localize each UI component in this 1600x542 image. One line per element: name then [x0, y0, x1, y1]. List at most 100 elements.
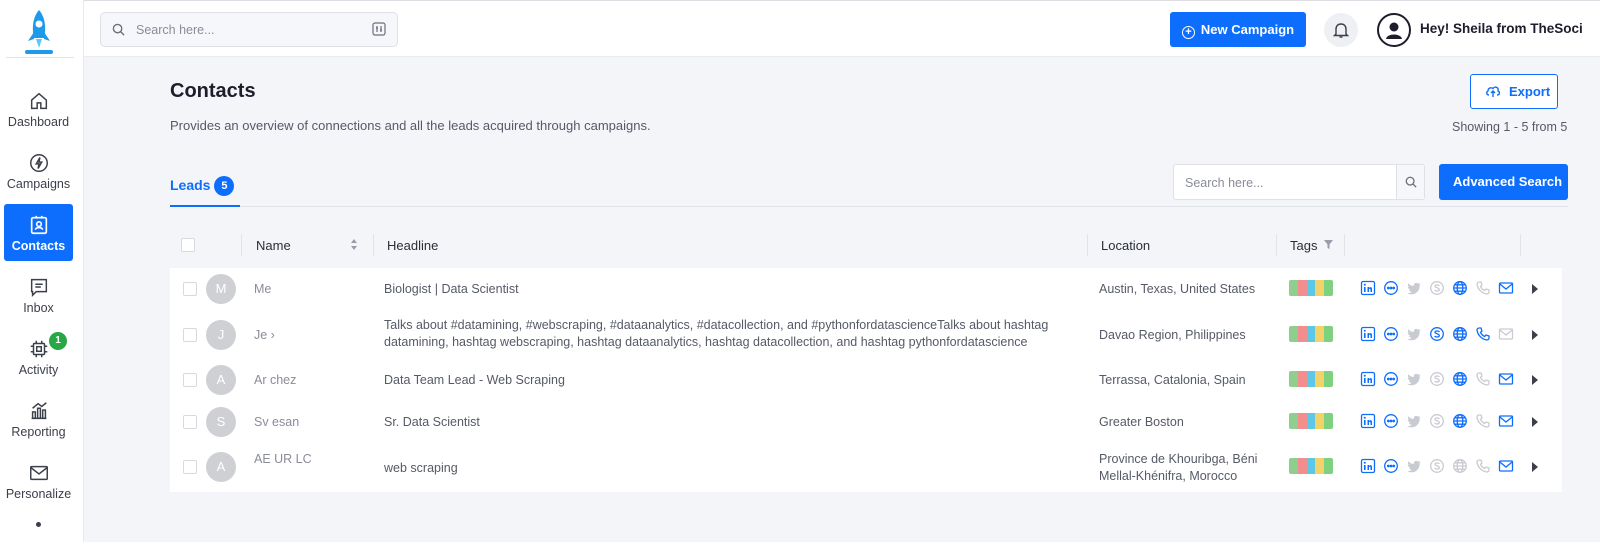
- sidebar: Dashboard Campaigns Contacts Inbox 1 Act…: [0, 0, 84, 542]
- leads-search-button[interactable]: [1396, 165, 1424, 199]
- tag-color-stripe: [1297, 458, 1307, 474]
- tags-swatch[interactable]: [1289, 371, 1333, 387]
- avatar: S: [206, 407, 236, 437]
- tag-color-stripe: [1289, 280, 1298, 296]
- linkedin-icon[interactable]: [1360, 371, 1376, 387]
- column-header-name[interactable]: Name: [256, 238, 291, 253]
- phone-icon[interactable]: [1475, 326, 1491, 342]
- globe-icon[interactable]: [1452, 413, 1468, 429]
- filter-icon[interactable]: [1324, 240, 1333, 249]
- sidebar-item-dashboard[interactable]: Dashboard: [4, 86, 73, 142]
- tag-color-stripe: [1297, 280, 1307, 296]
- expand-row-icon[interactable]: [1532, 375, 1538, 385]
- globe-icon[interactable]: [1452, 280, 1468, 296]
- globe-icon[interactable]: [1452, 371, 1468, 387]
- linkedin-icon[interactable]: [1360, 413, 1376, 429]
- table-row[interactable]: A Ar chez Data Team Lead - Web Scraping …: [170, 364, 1562, 395]
- tags-swatch[interactable]: [1289, 458, 1333, 474]
- new-campaign-button[interactable]: + New Campaign: [1170, 12, 1306, 47]
- chat-icon[interactable]: [1383, 280, 1399, 296]
- activity-badge: 1: [49, 332, 67, 350]
- user-greeting[interactable]: Hey! Sheila from TheSoci: [1420, 21, 1583, 36]
- tags-swatch[interactable]: [1289, 326, 1333, 342]
- lightning-icon: [29, 154, 48, 172]
- column-header-location: Location: [1101, 238, 1151, 253]
- advanced-search-button[interactable]: Advanced Search: [1439, 164, 1568, 200]
- phone-icon: [1475, 280, 1491, 296]
- sidebar-item-activity[interactable]: 1 Activity: [4, 332, 73, 390]
- tags-swatch[interactable]: [1289, 280, 1333, 296]
- chat-icon[interactable]: [1383, 413, 1399, 429]
- expand-row-icon[interactable]: [1532, 462, 1538, 472]
- table-row[interactable]: M Mе Biologist | Data Scientist Austin, …: [170, 268, 1562, 310]
- tag-color-stripe: [1289, 326, 1298, 342]
- mail-icon[interactable]: [1498, 413, 1514, 429]
- export-label: Export: [1509, 84, 1551, 99]
- leads-search[interactable]: Search here...: [1173, 164, 1425, 200]
- chat-icon[interactable]: [1383, 371, 1399, 387]
- tab-active-indicator: [170, 205, 240, 207]
- tags-swatch[interactable]: [1289, 413, 1333, 429]
- linkedin-icon[interactable]: [1360, 280, 1376, 296]
- mail-icon[interactable]: [1498, 371, 1514, 387]
- row-checkbox[interactable]: [183, 282, 197, 296]
- twitter-icon: [1406, 326, 1422, 342]
- linkedin-icon[interactable]: [1360, 326, 1376, 342]
- chat-icon[interactable]: [1383, 326, 1399, 342]
- column-separator: [1344, 234, 1345, 256]
- expand-row-icon[interactable]: [1532, 284, 1538, 294]
- column-separator: [1520, 234, 1521, 256]
- new-campaign-label: New Campaign: [1200, 22, 1295, 37]
- linkedin-icon[interactable]: [1360, 458, 1376, 474]
- globe-icon[interactable]: [1452, 326, 1468, 342]
- table-row[interactable]: J Je › Talks about #datamining, #webscra…: [170, 316, 1562, 356]
- skype-icon: [1429, 458, 1445, 474]
- sort-icon[interactable]: [350, 238, 358, 251]
- page-subtitle: Provides an overview of connections and …: [170, 118, 651, 133]
- lead-headline: Talks about #datamining, #webscraping, #…: [384, 318, 1049, 349]
- leads-search-input[interactable]: Search here...: [1185, 176, 1264, 190]
- cloud-upload-icon: [1486, 86, 1501, 97]
- skype-icon[interactable]: [1429, 326, 1445, 342]
- lead-name[interactable]: AE UR LC: [254, 451, 350, 468]
- chat-icon[interactable]: [1383, 458, 1399, 474]
- user-avatar[interactable]: [1377, 13, 1411, 47]
- table-row[interactable]: A AE UR LC web scraping Province de Khou…: [170, 448, 1562, 488]
- tab-leads-label: Leads: [170, 177, 211, 193]
- lead-location: Davao Region, Philippines: [1099, 328, 1246, 342]
- search-input[interactable]: Search here...: [136, 23, 215, 37]
- row-checkbox[interactable]: [183, 328, 197, 342]
- lead-name[interactable]: Sv esan: [254, 414, 358, 431]
- skype-icon: [1429, 413, 1445, 429]
- select-all-checkbox[interactable]: [181, 238, 195, 252]
- sidebar-item-inbox[interactable]: Inbox: [4, 272, 73, 328]
- row-checkbox[interactable]: [183, 460, 197, 474]
- rocket-logo-icon[interactable]: [22, 8, 56, 56]
- lead-name[interactable]: Mе: [254, 281, 358, 298]
- mail-icon[interactable]: [1498, 458, 1514, 474]
- lead-name[interactable]: Ar chez: [254, 372, 358, 389]
- sidebar-item-reporting[interactable]: Reporting: [4, 396, 73, 452]
- sidebar-item-campaigns[interactable]: Campaigns: [4, 148, 73, 204]
- row-checkbox[interactable]: [183, 373, 197, 387]
- export-button[interactable]: Export: [1470, 74, 1558, 109]
- sidebar-divider: [6, 57, 74, 58]
- expand-row-icon[interactable]: [1532, 330, 1538, 340]
- row-checkbox[interactable]: [183, 415, 197, 429]
- lead-name[interactable]: Je ›: [254, 327, 358, 344]
- expand-row-icon[interactable]: [1532, 417, 1538, 427]
- notifications-button[interactable]: [1324, 13, 1358, 47]
- sidebar-item-personalize[interactable]: Personalize: [4, 458, 73, 514]
- global-search[interactable]: Search here...: [100, 12, 398, 47]
- tab-leads[interactable]: Leads 5: [170, 176, 235, 196]
- contact-icons: [1360, 413, 1514, 429]
- mail-icon[interactable]: [1498, 280, 1514, 296]
- search-icon: [1405, 176, 1417, 188]
- table-row[interactable]: S Sv esan Sr. Data Scientist Greater Bos…: [170, 406, 1562, 437]
- sidebar-item-label: Inbox: [23, 301, 54, 315]
- avatar: J: [206, 320, 236, 350]
- lead-headline: Data Team Lead - Web Scraping: [384, 373, 565, 387]
- globe-icon: [1452, 458, 1468, 474]
- column-separator: [1276, 234, 1277, 256]
- sidebar-item-contacts[interactable]: Contacts: [4, 204, 73, 261]
